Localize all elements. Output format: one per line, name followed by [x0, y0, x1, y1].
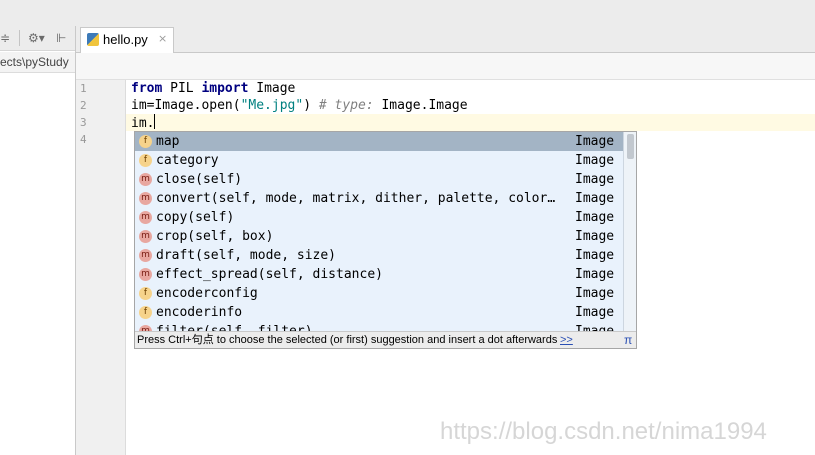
collapse-icon[interactable]: ≑ [0, 30, 10, 46]
completion-item[interactable]: f encoderconfig Image [135, 284, 623, 303]
code-text: im. [131, 116, 155, 131]
line-number: 3 [80, 116, 87, 129]
completion-item-type: Image [575, 191, 615, 206]
completion-item[interactable]: m crop(self, box) Image [135, 227, 623, 246]
code-line-3[interactable]: im. [131, 114, 156, 131]
method-icon: m [139, 211, 152, 224]
project-panel-toolbar: ≑ ⚙▾ ⊩ [0, 26, 75, 51]
completion-item-name: crop(self, box) [156, 229, 274, 244]
tab-label: hello.py [103, 32, 148, 47]
field-icon: f [139, 287, 152, 300]
completion-item-type: Image [575, 267, 615, 282]
completion-item-type: Image [575, 322, 614, 331]
completion-item-type: Image [575, 210, 615, 225]
completion-item[interactable]: f encoderinfo Image [135, 303, 623, 322]
method-icon: m [139, 230, 152, 243]
completion-item[interactable]: f category Image [135, 151, 623, 170]
field-icon: f [139, 306, 152, 319]
top-toolbar-strip [0, 0, 815, 27]
keyword: import [201, 81, 249, 96]
python-file-icon [87, 33, 99, 46]
editor-tab-bar: hello.py × [76, 26, 815, 53]
pi-icon[interactable]: π [624, 332, 632, 348]
code-line-1[interactable]: from PIL import Image [131, 80, 295, 97]
completion-item[interactable]: m convert(self, mode, matrix, dither, pa… [135, 189, 623, 208]
completion-item[interactable]: m effect_spread(self, distance) Image [135, 265, 623, 284]
completion-item-type: Image [575, 305, 615, 320]
breadcrumb [76, 53, 815, 80]
completion-footer: Press Ctrl+句点 to choose the selected (or… [135, 331, 636, 348]
method-icon: m [139, 249, 152, 262]
line-number: 2 [80, 99, 87, 112]
completion-item[interactable]: m draft(self, mode, size) Image [135, 246, 623, 265]
completion-item-name: close(self) [156, 172, 243, 187]
code-text: im=Image.open( [131, 98, 241, 113]
code-text: PIL [162, 81, 202, 96]
text-caret [154, 114, 156, 129]
scrollbar-thumb[interactable] [627, 134, 634, 159]
line-number-gutter: 1 2 3 4 [76, 80, 126, 455]
completion-popup: f map Image f category Image m close(sel… [134, 131, 637, 349]
completion-item-name: encoderinfo [156, 305, 243, 320]
completion-item-name: category [156, 153, 219, 168]
close-icon[interactable]: × [158, 32, 167, 45]
type-comment: # type: [318, 98, 382, 113]
completion-item-type: Image [575, 248, 615, 263]
current-line-highlight [126, 114, 815, 131]
completion-item-type: Image [575, 134, 615, 149]
project-panel: ≑ ⚙▾ ⊩ ects\pyStudy [0, 26, 76, 455]
completion-item-selected[interactable]: f map Image [135, 132, 623, 151]
completion-item-name: draft(self, mode, size) [156, 248, 337, 263]
keyword: from [131, 81, 163, 96]
completion-item-type: Image [575, 286, 615, 301]
completion-item-name: effect_spread(self, distance) [156, 267, 383, 282]
tab-hello-py[interactable]: hello.py × [80, 27, 174, 53]
completion-item[interactable]: m close(self) Image [135, 170, 623, 189]
completion-item-type: Image [575, 172, 615, 187]
method-icon: m [139, 173, 152, 186]
completion-hint-text: Press Ctrl+句点 to choose the selected (or… [137, 334, 558, 346]
method-icon: m [139, 192, 152, 205]
more-link[interactable]: >> [560, 332, 573, 348]
completion-item-name: copy(self) [156, 210, 235, 225]
completion-item-type: Image [575, 229, 615, 244]
completion-item-name: map [156, 134, 180, 149]
completion-list: f map Image f category Image m close(sel… [135, 132, 623, 331]
toolbar-separator [19, 30, 20, 46]
completion-item-name: encoderconfig [156, 286, 258, 301]
field-icon: f [139, 135, 152, 148]
line-number: 1 [80, 82, 87, 95]
field-icon: f [139, 154, 152, 167]
watermark: https://blog.csdn.net/nima1994 [440, 418, 767, 445]
completion-item[interactable]: m filter(self, filter) Image [135, 322, 623, 331]
string-literal: "Me.jpg" [240, 98, 304, 113]
code-line-2[interactable]: im=Image.open("Me.jpg") # type: Image.Im… [131, 97, 468, 114]
line-number: 4 [80, 133, 87, 146]
pin-icon[interactable]: ⊩ [56, 30, 66, 46]
code-text: Image [248, 81, 296, 96]
code-text: ) [303, 98, 319, 113]
type-annotation: Image.Image [381, 98, 468, 113]
completion-item-name: filter(self, filter) [156, 322, 571, 331]
completion-item-name: convert(self, mode, matrix, dither, pale… [156, 191, 556, 206]
completion-item-type: Image [575, 153, 615, 168]
completion-scrollbar[interactable] [623, 132, 636, 331]
project-path[interactable]: ects\pyStudy [0, 52, 75, 73]
method-icon: m [139, 268, 152, 281]
settings-gear-icon[interactable]: ⚙▾ [28, 30, 45, 46]
completion-item[interactable]: m copy(self) Image [135, 208, 623, 227]
